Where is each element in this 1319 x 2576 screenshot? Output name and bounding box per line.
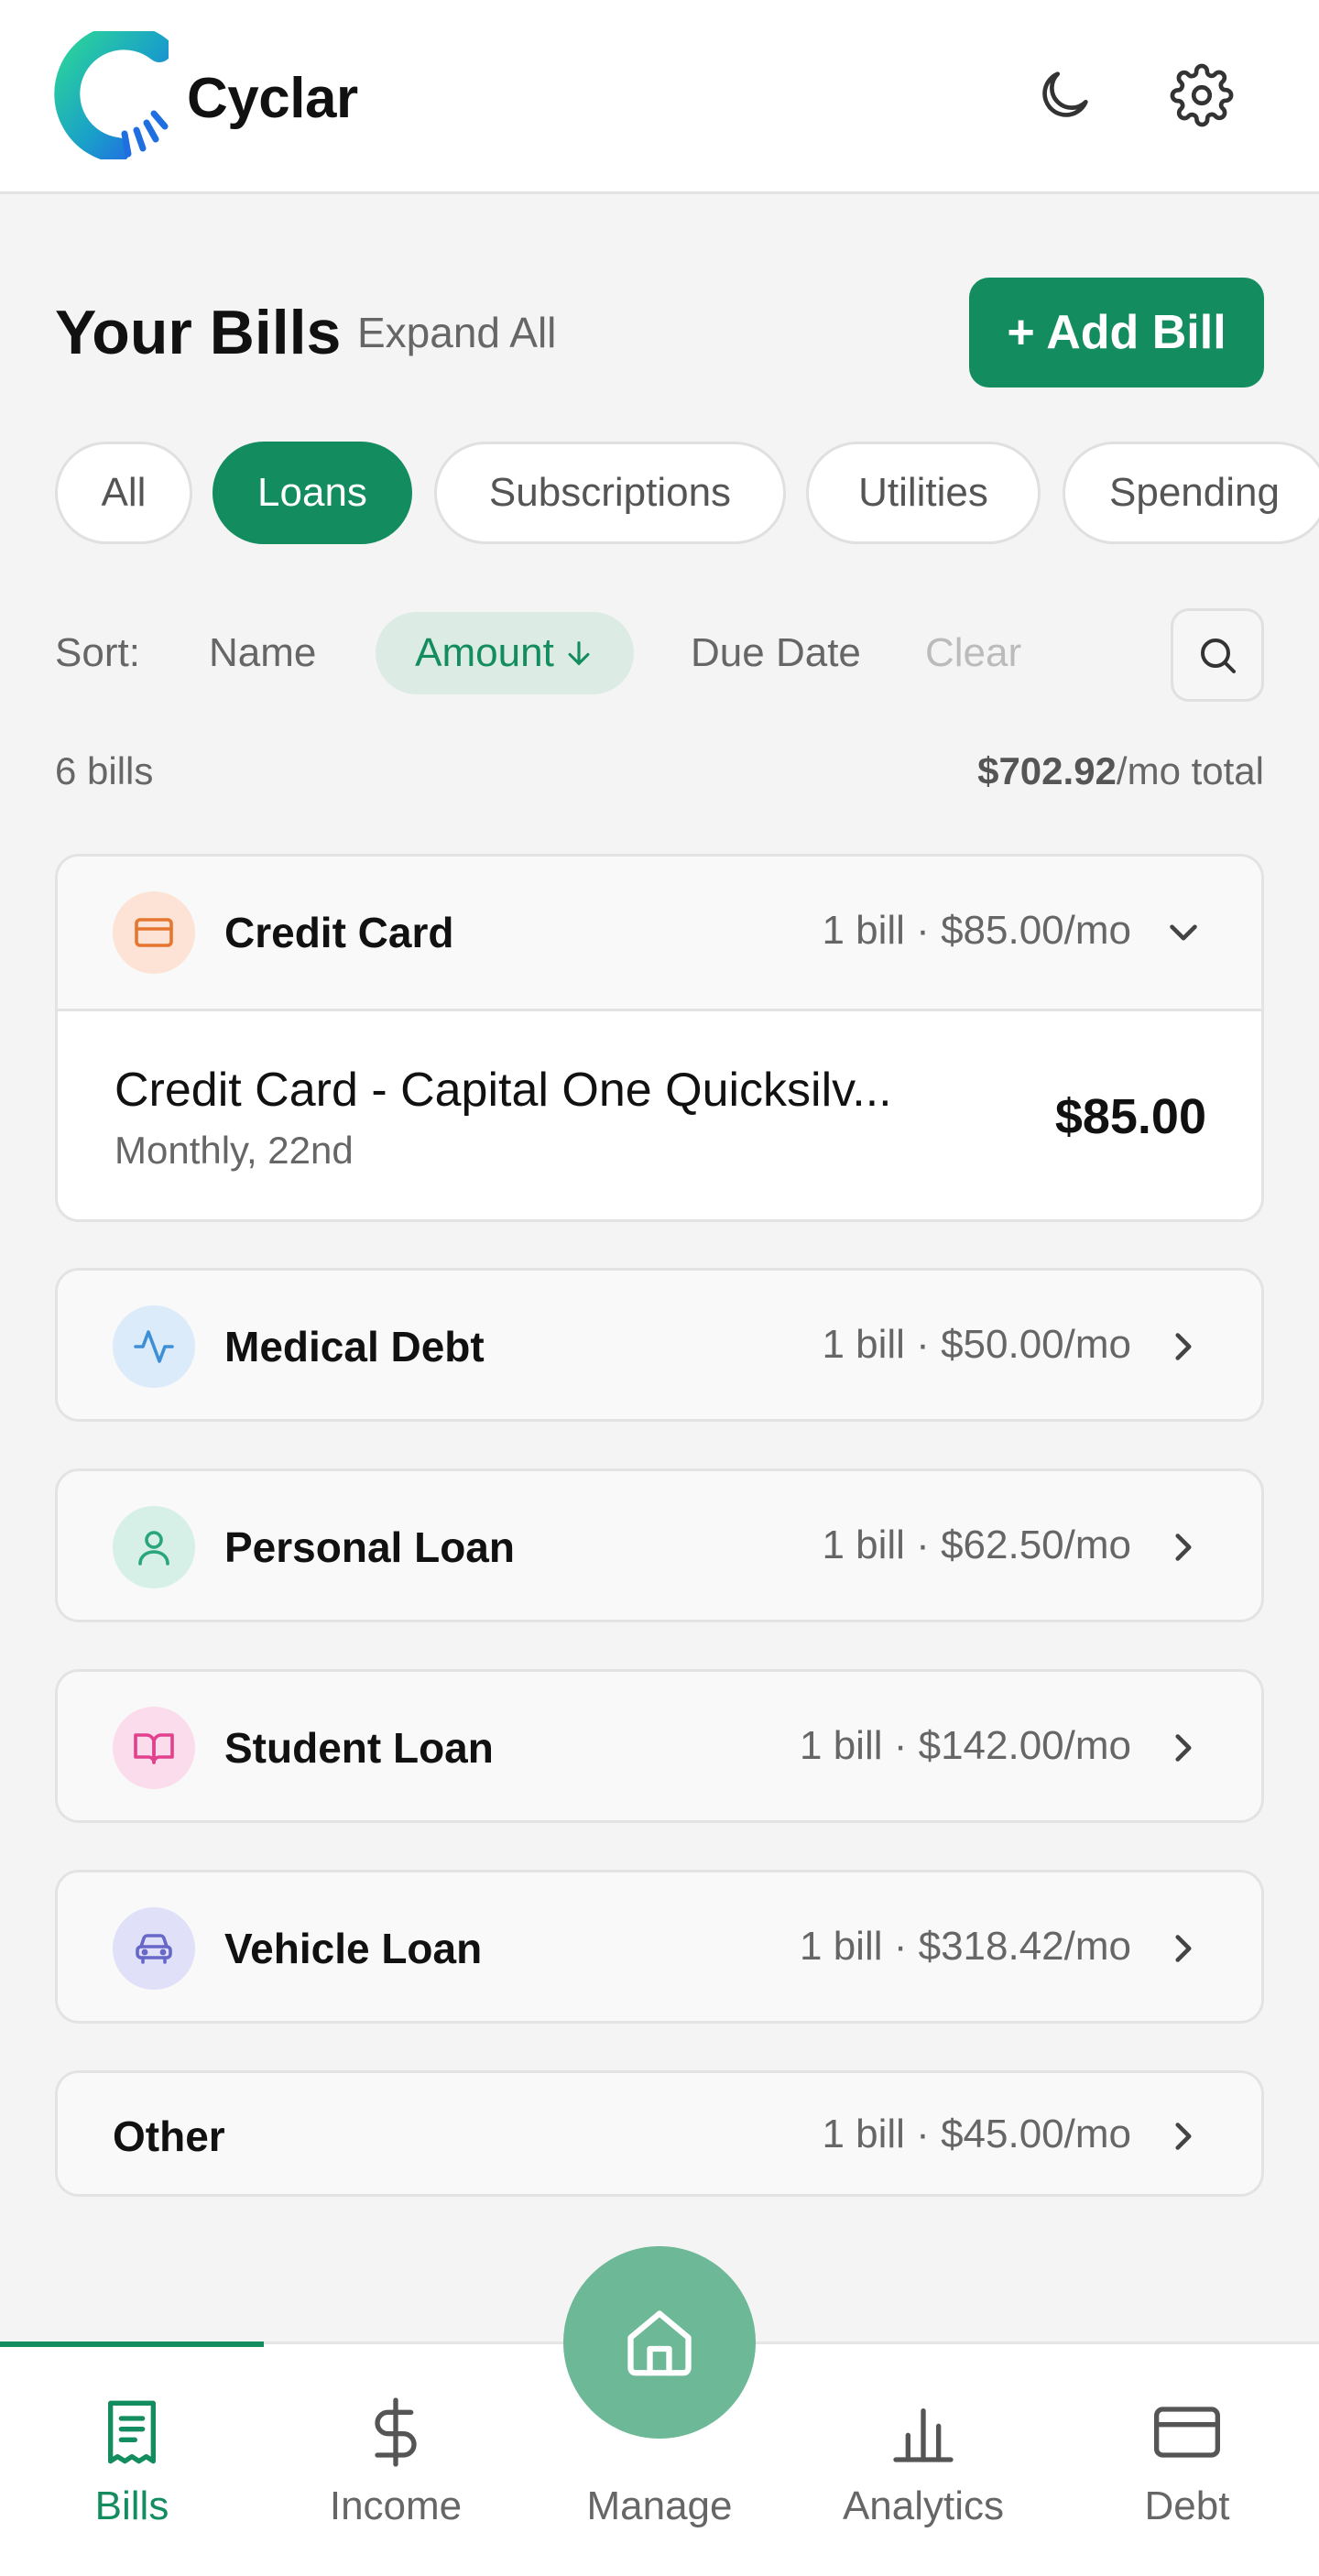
credit-card-icon [135, 918, 173, 947]
category-name: Credit Card [224, 909, 454, 956]
credit-card-icon [1154, 2407, 1220, 2458]
filter-loans[interactable]: Loans [213, 442, 412, 544]
nav-analytics[interactable]: Analytics [791, 2344, 1055, 2576]
car-icon [136, 1934, 172, 1964]
student-loan-category-badge [113, 1707, 195, 1789]
settings-button[interactable] [1165, 59, 1238, 132]
category-meta: 1 bill · $62.50/mo [822, 1523, 1131, 1567]
manage-fab-button[interactable] [563, 2246, 756, 2439]
receipt-icon [108, 2400, 156, 2464]
nav-label: Manage [586, 2483, 733, 2528]
activity-icon [134, 1330, 174, 1363]
nav-label: Debt [1144, 2483, 1230, 2528]
category-filter-bar: All Loans Subscriptions Utilities Spendi… [55, 442, 1319, 544]
nav-label: Analytics [842, 2483, 1005, 2528]
theme-toggle-button[interactable] [1028, 59, 1101, 132]
sort-amount-option[interactable]: Amount [376, 612, 634, 694]
sort-clear-button[interactable]: Clear [925, 630, 1021, 676]
monthly-total-amount: $702.92 [977, 749, 1117, 792]
monthly-total-suffix: /mo total [1116, 749, 1264, 792]
category-name: Medical Debt [224, 1323, 485, 1370]
category-card-medical-debt[interactable]: Medical Debt 1 bill · $50.00/mo [55, 1268, 1264, 1422]
cyclar-logo [54, 31, 169, 159]
sort-label: Sort: [55, 630, 140, 675]
chevron-right-icon [1161, 2113, 1206, 2159]
category-meta: 1 bill · $50.00/mo [822, 1322, 1131, 1367]
book-icon [134, 1733, 174, 1764]
category-meta: 1 bill · $142.00/mo [800, 1723, 1131, 1768]
category-name: Student Loan [224, 1724, 494, 1772]
category-card-student-loan[interactable]: Student Loan 1 bill · $142.00/mo [55, 1669, 1264, 1823]
category-name: Other [113, 2112, 225, 2160]
nav-label: Income [329, 2483, 463, 2528]
medical-debt-category-badge [113, 1305, 195, 1388]
nav-bills[interactable]: Bills [0, 2344, 264, 2576]
bar-chart-icon [893, 2408, 954, 2462]
category-meta: 1 bill · $85.00/mo [822, 908, 1131, 953]
home-icon [627, 2310, 692, 2376]
vehicle-loan-category-badge [113, 1907, 195, 1990]
category-card-vehicle-loan[interactable]: Vehicle Loan 1 bill · $318.42/mo [55, 1870, 1264, 2024]
chevron-right-icon [1161, 1926, 1206, 1971]
moon-icon [1042, 71, 1088, 117]
arrow-down-icon [568, 641, 590, 665]
app-header: Cyclar [0, 0, 1319, 194]
filter-spending[interactable]: Spending [1063, 442, 1319, 544]
category-name: Vehicle Loan [224, 1925, 483, 1972]
category-card-other[interactable]: Other 1 bill · $45.00/mo [55, 2070, 1264, 2197]
chevron-right-icon [1161, 1725, 1206, 1771]
category-meta: 1 bill · $318.42/mo [800, 1924, 1131, 1969]
add-bill-button[interactable]: + Add Bill [969, 278, 1264, 387]
credit-card-category-badge [113, 891, 195, 974]
chevron-right-icon [1161, 1524, 1206, 1570]
bill-schedule: Monthly, 22nd [114, 1129, 354, 1172]
chevron-right-icon [1161, 1324, 1206, 1370]
brand-name: Cyclar [187, 67, 358, 130]
sort-due-date-option[interactable]: Due Date [691, 630, 861, 676]
filter-utilities[interactable]: Utilities [806, 442, 1041, 544]
chevron-down-icon [1161, 910, 1206, 955]
bill-name: Credit Card - Capital One Quicksilv... [114, 1064, 892, 1117]
bill-row[interactable]: Credit Card - Capital One Quicksilv... M… [58, 1009, 1261, 1219]
nav-income[interactable]: Income [264, 2344, 528, 2576]
user-icon [138, 1531, 169, 1566]
personal-loan-category-badge [113, 1506, 195, 1588]
nav-label: Bills [94, 2483, 169, 2528]
category-name: Personal Loan [224, 1523, 515, 1571]
page-title: Your Bills [55, 298, 342, 367]
category-card-personal-loan[interactable]: Personal Loan 1 bill · $62.50/mo [55, 1468, 1264, 1622]
search-icon [1201, 639, 1236, 673]
category-card-credit-card: Credit Card 1 bill · $85.00/mo Credit Ca… [55, 854, 1264, 1222]
filter-subscriptions[interactable]: Subscriptions [434, 442, 786, 544]
sort-amount-label: Amount [415, 630, 554, 675]
bill-amount: $85.00 [1054, 1089, 1206, 1144]
bill-count: 6 bills [55, 749, 154, 792]
sort-name-option[interactable]: Name [209, 630, 316, 676]
search-button[interactable] [1171, 608, 1264, 702]
monthly-total: $702.92/mo total [977, 749, 1264, 793]
category-header-credit-card[interactable]: Credit Card 1 bill · $85.00/mo [58, 857, 1261, 1009]
nav-debt[interactable]: Debt [1055, 2344, 1319, 2576]
dollar-icon [375, 2397, 417, 2467]
filter-all[interactable]: All [55, 442, 192, 544]
gear-icon [1170, 63, 1234, 127]
expand-all-link[interactable]: Expand All [357, 308, 556, 357]
category-meta: 1 bill · $45.00/mo [822, 2112, 1131, 2156]
